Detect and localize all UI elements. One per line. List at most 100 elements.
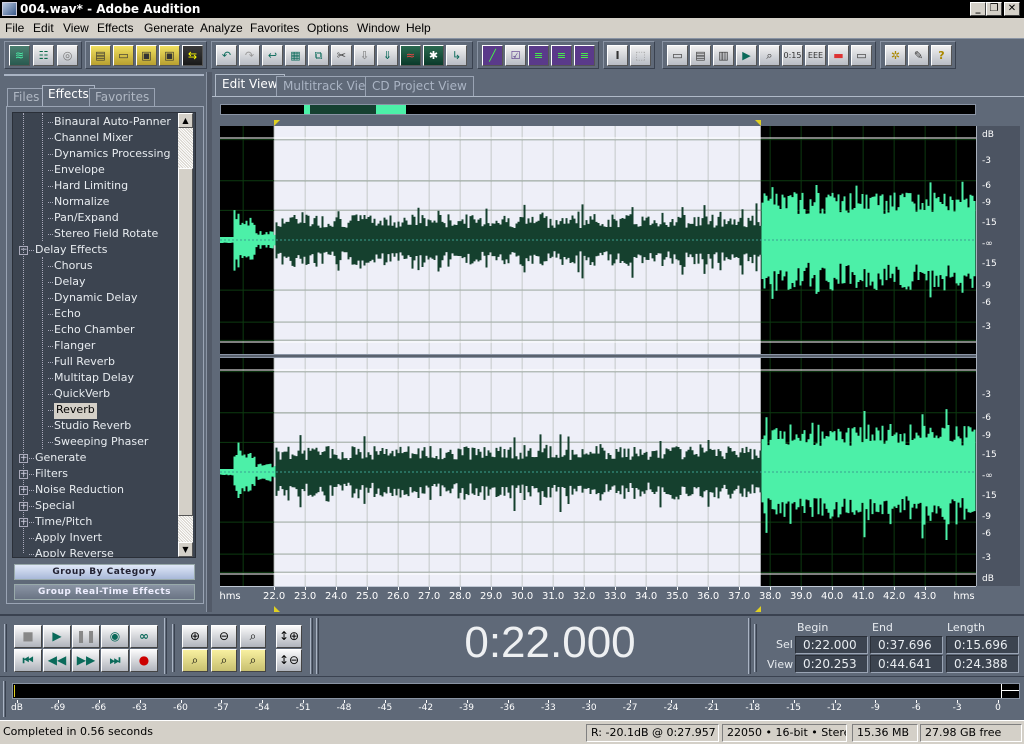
scroll-track-lower[interactable] (178, 516, 193, 542)
undo-icon[interactable]: ↶ (216, 45, 237, 66)
loop-button[interactable]: ∞ (130, 625, 158, 648)
time-grip[interactable] (316, 618, 319, 674)
scroll-down-button[interactable]: ▼ (178, 542, 193, 557)
time-icon[interactable]: 0:15 (782, 45, 803, 66)
zoom-grip[interactable] (172, 624, 175, 672)
zoom-in-vertical-button[interactable]: ↕⊕ (276, 625, 302, 648)
tree-item-chorus[interactable]: Chorus (54, 259, 93, 275)
spectral-pan-icon[interactable]: ☑ (505, 45, 526, 66)
copy-icon[interactable]: ⧉ (308, 45, 329, 66)
edit-view-icon[interactable]: ≋ (9, 45, 30, 66)
script-icon[interactable]: ✎ (908, 45, 929, 66)
tree-item-delay-effects[interactable]: Delay Effects (35, 243, 107, 259)
trim-icon[interactable]: ▦ (285, 45, 306, 66)
waveform-icon[interactable]: ≡ (528, 45, 549, 66)
menu-view[interactable]: View (63, 21, 89, 35)
tree-item-sweeping-phaser[interactable]: Sweeping Phaser (54, 435, 148, 451)
tree-item-pan-expand[interactable]: Pan/Expand (54, 211, 119, 227)
transport-grip[interactable] (4, 624, 7, 672)
group-realtime-effects-button[interactable]: Group Real-Time Effects (14, 584, 195, 600)
rewind-button[interactable]: ◀◀ (43, 649, 71, 672)
view-end-field[interactable]: 0:44.641 (870, 655, 943, 673)
tree-item-flanger[interactable]: Flanger (54, 339, 95, 355)
go-to-end-button[interactable]: ⏭ (101, 649, 129, 672)
group-by-category-button[interactable]: Group By Category (14, 564, 195, 580)
close-button[interactable]: ✕ (1004, 2, 1020, 16)
spectral-phase-icon[interactable]: ≡ (551, 45, 572, 66)
redo-icon[interactable]: ↷ (239, 45, 260, 66)
time-ruler[interactable]: hms hms 22.0 23.0 24.0 25.0 26.0 27.0 28.0 29.0 30… (219, 586, 976, 606)
zoom-to-selection-button[interactable]: ⌕ (182, 649, 208, 672)
panel-grip[interactable] (4, 74, 204, 76)
tree-item-quickverb[interactable]: QuickVerb (54, 387, 110, 403)
tree-item-full-reverb[interactable]: Full Reverb (54, 355, 115, 371)
menu-edit[interactable]: Edit (33, 21, 54, 35)
play-to-end-button[interactable]: ◉ (101, 625, 129, 648)
tree-item-dynamic-delay[interactable]: Dynamic Delay (54, 291, 138, 307)
selection-grip[interactable] (754, 624, 757, 672)
menu-help[interactable]: Help (406, 21, 431, 35)
tree-item-echo[interactable]: Echo (54, 307, 81, 323)
stop-button[interactable]: ■ (14, 625, 42, 648)
spectral-icon[interactable]: ╱ (482, 45, 503, 66)
tree-item-studio-reverb[interactable]: Studio Reverb (54, 419, 131, 435)
convert-icon[interactable]: ↳ (446, 45, 467, 66)
menu-generate[interactable]: Generate (144, 21, 194, 35)
scroll-thumb[interactable] (178, 168, 193, 516)
paste-new-icon[interactable]: ⇓ (377, 45, 398, 66)
cut-icon[interactable]: ✂ (331, 45, 352, 66)
record-button[interactable]: ● (130, 649, 158, 672)
menu-analyze[interactable]: Analyze (200, 21, 243, 35)
help-icon[interactable]: ? (931, 45, 952, 66)
organizer-icon[interactable]: ▭ (667, 45, 688, 66)
zoom-full-button[interactable]: ⌕ (240, 625, 266, 648)
overview-visible-range[interactable] (310, 105, 376, 114)
tree-item-multitap-delay[interactable]: Multitap Delay (54, 371, 134, 387)
cd-view-icon[interactable]: ◎ (57, 45, 78, 66)
selection-length-field[interactable]: 0:15.696 (946, 636, 1019, 654)
zoom-out-horizontal-button[interactable]: ⊖ (211, 625, 237, 648)
menu-options[interactable]: Options (307, 21, 348, 35)
batch-icon[interactable]: ⇆ (182, 45, 203, 66)
selection-end-marker-bottom[interactable] (755, 606, 761, 612)
level-meter-icon[interactable]: ▬ (828, 45, 849, 66)
marquee-icon[interactable]: ⬚ (630, 45, 651, 66)
zoom-right-edge-button[interactable]: ⌕ (240, 649, 266, 672)
restore-button[interactable]: ❐ (986, 2, 1002, 16)
selection-end-field[interactable]: 0:37.696 (870, 636, 943, 654)
tree-item-apply-invert[interactable]: Apply Invert (35, 531, 102, 547)
info-icon[interactable]: ▤ (690, 45, 711, 66)
menu-file[interactable]: File (5, 21, 24, 35)
tree-item-normalize[interactable]: Normalize (54, 195, 109, 211)
tab-edit-view[interactable]: Edit View (215, 74, 285, 97)
tree-item-envelope[interactable]: Envelope (54, 163, 105, 179)
waveform-both-icon[interactable]: ≡ (574, 45, 595, 66)
zoom-out-vertical-button[interactable]: ↕⊖ (276, 649, 302, 672)
tab-cd-project-view[interactable]: CD Project View (365, 76, 474, 96)
meter-grip[interactable] (3, 681, 6, 717)
tree-item-dynamics-processing[interactable]: Dynamics Processing (54, 147, 170, 163)
tree-scrollbar[interactable]: ▲ ▼ (178, 113, 193, 557)
tree-item-channel-mixer[interactable]: Channel Mixer (54, 131, 133, 147)
settings-icon[interactable]: ✲ (885, 45, 906, 66)
app-icon[interactable] (2, 2, 17, 16)
open-file-icon[interactable]: ▭ (113, 45, 134, 66)
multitrack-view-icon[interactable]: ☷ (33, 45, 54, 66)
tree-item-filters[interactable]: Filters (35, 467, 68, 483)
paste-icon[interactable]: ⇩ (354, 45, 375, 66)
tab-files[interactable]: Files (7, 88, 46, 106)
overview-bar[interactable] (220, 104, 976, 115)
go-to-start-button[interactable]: ⏮ (14, 649, 42, 672)
markers-list-icon[interactable]: ▥ (713, 45, 734, 66)
play-button[interactable]: ▶ (43, 625, 71, 648)
repeat-icon[interactable]: ↩ (262, 45, 283, 66)
tree-item-time-pitch[interactable]: Time/Pitch (35, 515, 92, 531)
tree-item-hard-limiting[interactable]: Hard Limiting (54, 179, 128, 195)
minimize-button[interactable]: _ (970, 2, 986, 16)
tree-item-delay[interactable]: Delay (54, 275, 86, 291)
status-bar-icon[interactable]: ▭ (851, 45, 872, 66)
view-length-field[interactable]: 0:24.388 (946, 655, 1019, 673)
tree-item-special[interactable]: Special (35, 499, 75, 515)
waveform-display[interactable] (220, 126, 976, 586)
tree-item-echo-chamber[interactable]: Echo Chamber (54, 323, 135, 339)
